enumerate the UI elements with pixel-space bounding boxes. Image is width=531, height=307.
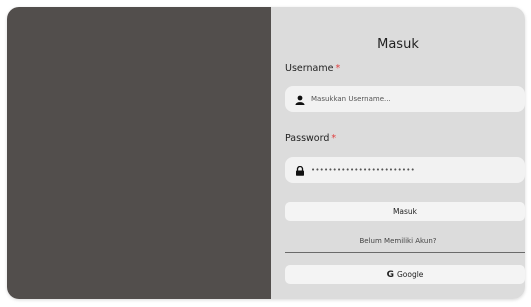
google-button-label: Google — [396, 270, 424, 279]
password-label-text: Password — [285, 133, 330, 144]
password-input[interactable]: •••••••••••••••••••••••• — [311, 166, 415, 174]
submit-button[interactable]: Masuk — [285, 202, 525, 221]
image-panel — [7, 7, 271, 299]
username-field[interactable]: Masukkan Username... — [285, 86, 525, 112]
divider — [285, 252, 525, 253]
username-input[interactable]: Masukkan Username... — [311, 95, 391, 103]
password-field[interactable]: •••••••••••••••••••••••• — [285, 157, 525, 183]
google-button[interactable]: G Google — [285, 265, 525, 284]
required-mark: * — [331, 133, 337, 144]
login-card: Masuk Username * Masukkan Username... Pas… — [7, 7, 525, 299]
signup-link[interactable]: Belum Memiliki Akun? — [271, 237, 525, 245]
lock-icon — [295, 161, 305, 180]
login-form-panel: Masuk Username * Masukkan Username... Pas… — [271, 7, 525, 299]
user-icon — [295, 90, 305, 109]
google-icon: G — [386, 269, 394, 280]
required-mark: * — [335, 63, 341, 74]
password-label: Password * — [285, 133, 336, 144]
page-title: Masuk — [377, 37, 419, 52]
username-label: Username * — [285, 63, 340, 74]
username-label-text: Username — [285, 63, 334, 74]
